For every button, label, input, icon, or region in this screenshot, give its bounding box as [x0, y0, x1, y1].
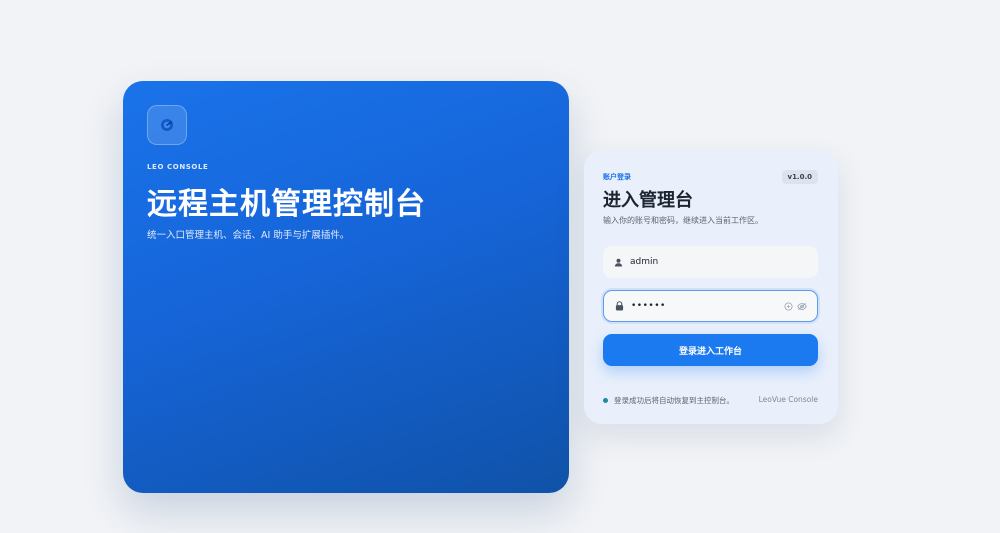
username-input[interactable] [630, 257, 770, 267]
login-title: 进入管理台 [603, 190, 693, 211]
login-status: 登录成功后将自动恢复到主控制台。 [603, 395, 734, 406]
status-dot [603, 398, 608, 403]
login-submit-button[interactable]: 登录进入工作台 [603, 334, 818, 366]
gauge-logo-icon [147, 105, 187, 145]
brand-label: LEO CONSOLE [147, 163, 209, 171]
password-input[interactable] [631, 301, 771, 311]
version-badge: v1.0.0 [781, 170, 818, 184]
clear-icon[interactable] [783, 301, 793, 311]
password-actions [783, 301, 807, 311]
login-description: 输入你的账号和密码，继续进入当前工作区。 [603, 216, 763, 225]
status-text: 登录成功后将自动恢复到主控制台。 [614, 396, 734, 405]
login-page: LEO CONSOLE 远程主机管理控制台 统一入口管理主机、会话、AI 助手与… [0, 0, 1000, 533]
user-icon [613, 257, 623, 267]
footer-brand: LeoVue Console [758, 395, 818, 404]
page-subtitle: 统一入口管理主机、会话、AI 助手与扩展插件。 [147, 230, 350, 241]
username-field[interactable] [603, 246, 818, 278]
eye-icon[interactable] [797, 301, 807, 311]
page-title: 远程主机管理控制台 [147, 187, 426, 222]
login-tag: 账户登录 [603, 173, 631, 181]
lock-icon [614, 301, 624, 311]
password-field[interactable] [603, 290, 818, 322]
login-card: 账户登录 v1.0.0 进入管理台 输入你的账号和密码，继续进入当前工作区。 a… [584, 150, 838, 424]
hero-panel: LEO CONSOLE 远程主机管理控制台 统一入口管理主机、会话、AI 助手与… [123, 81, 569, 493]
